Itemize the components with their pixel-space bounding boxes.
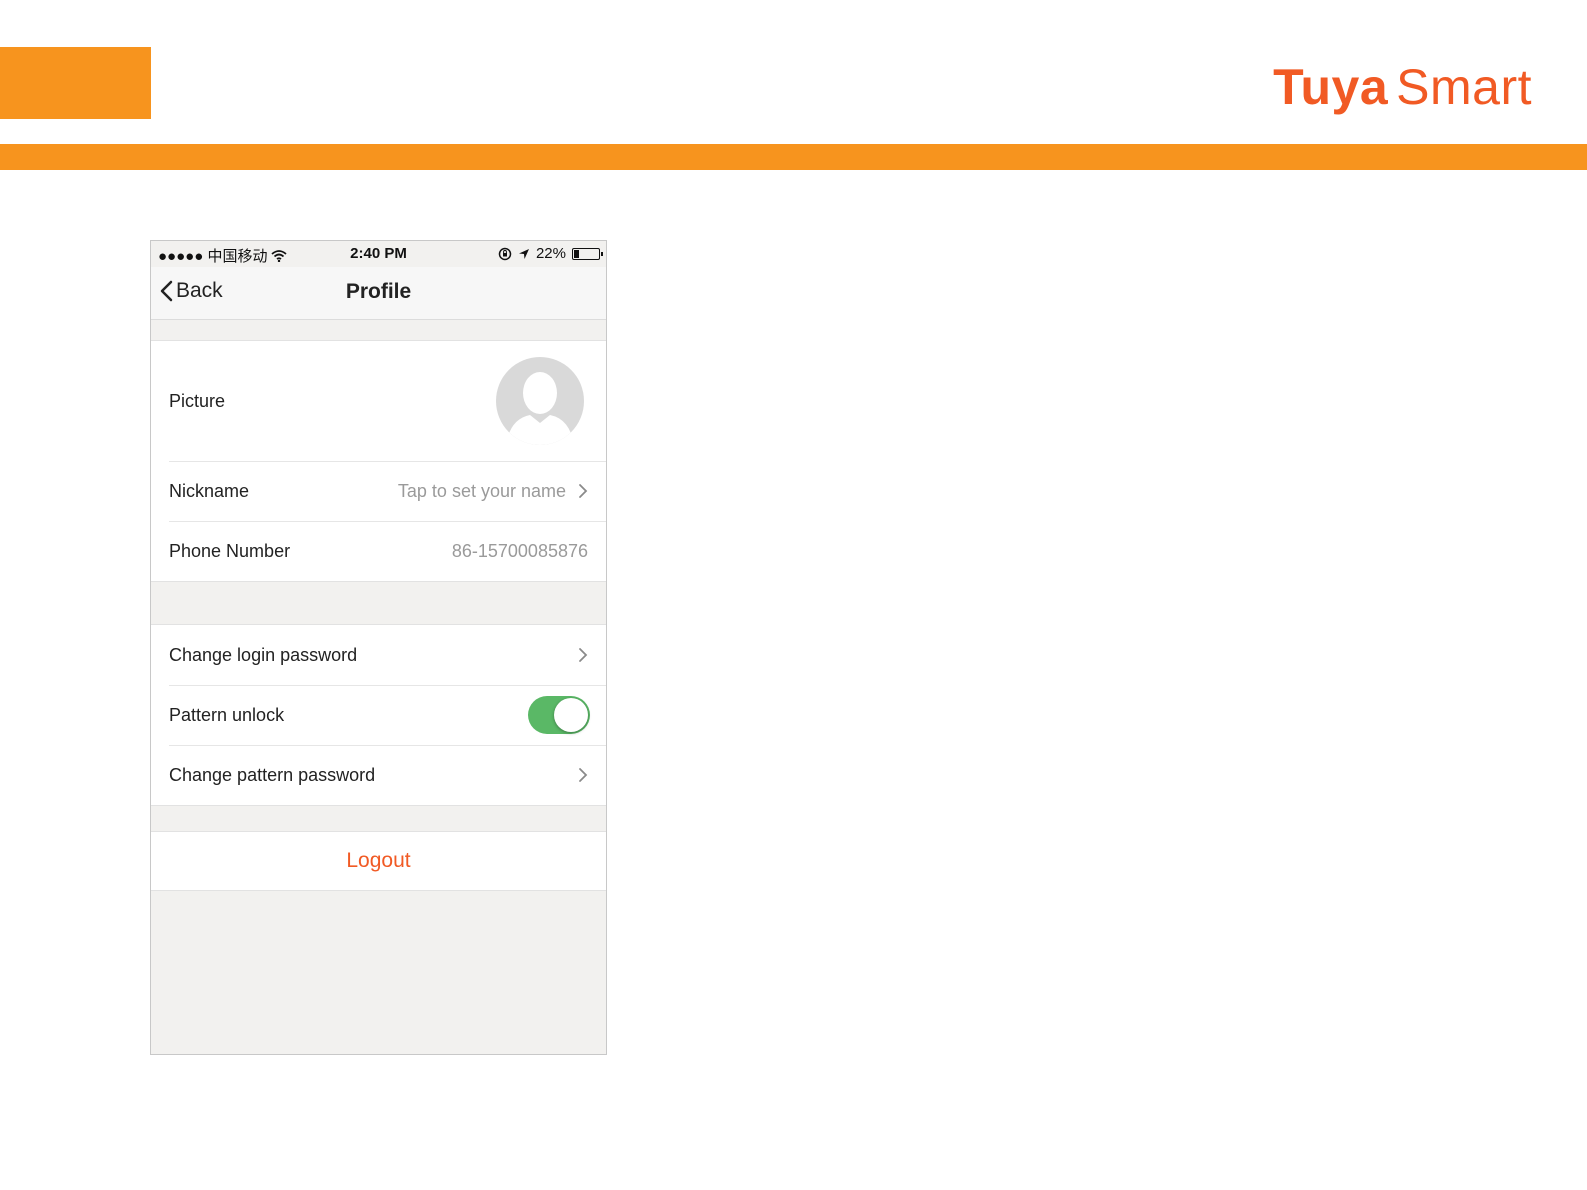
change-login-password-row[interactable]: Change login password bbox=[151, 625, 606, 685]
slide-accent-block bbox=[0, 47, 151, 119]
nickname-placeholder: Tap to set your name bbox=[397, 480, 566, 501]
security-group: Change login password Pattern unlock Cha… bbox=[151, 624, 606, 806]
location-icon bbox=[518, 248, 529, 259]
toggle-knob bbox=[554, 698, 588, 732]
status-bar: ●●●●● 中国移动 2:40 PM 22% bbox=[151, 241, 606, 267]
brand-logo-part2: Smart bbox=[1396, 59, 1532, 115]
brand-logo-part1: Tuya bbox=[1273, 59, 1389, 115]
pattern-unlock-toggle[interactable] bbox=[528, 696, 590, 734]
brand-logo: Tuya Smart bbox=[1273, 58, 1532, 116]
chevron-right-icon bbox=[578, 483, 588, 499]
avatar[interactable] bbox=[496, 357, 584, 445]
battery-icon bbox=[572, 247, 603, 260]
change-pattern-password-label: Change pattern password bbox=[169, 764, 376, 785]
battery-percent: 22% bbox=[535, 245, 566, 262]
slide-accent-bar bbox=[0, 144, 1587, 170]
pattern-unlock-row: Pattern unlock bbox=[151, 685, 606, 745]
phone-screen: ●●●●● 中国移动 2:40 PM 22% Back Profile Pict… bbox=[150, 240, 607, 1055]
logout-button[interactable]: Logout bbox=[151, 832, 606, 890]
change-login-password-label: Change login password bbox=[169, 644, 358, 665]
logout-group: Logout bbox=[151, 831, 606, 891]
status-right: 22% bbox=[498, 245, 603, 262]
page-title: Profile bbox=[345, 280, 412, 303]
navigation-bar: Back Profile bbox=[151, 267, 606, 320]
chevron-right-icon bbox=[578, 647, 588, 663]
orientation-lock-icon bbox=[498, 247, 512, 260]
phone-number-row: Phone Number 86-15700085876 bbox=[151, 521, 606, 581]
phone-number-label: Phone Number bbox=[169, 540, 291, 561]
nickname-row[interactable]: Nickname Tap to set your name bbox=[151, 461, 606, 521]
pattern-unlock-label: Pattern unlock bbox=[169, 704, 285, 725]
user-silhouette-icon bbox=[506, 372, 574, 445]
picture-label: Picture bbox=[169, 390, 226, 411]
chevron-right-icon bbox=[578, 767, 588, 783]
picture-row[interactable]: Picture bbox=[151, 341, 606, 461]
change-pattern-password-row[interactable]: Change pattern password bbox=[151, 745, 606, 805]
phone-number-value: 86-15700085876 bbox=[451, 540, 588, 561]
nickname-label: Nickname bbox=[169, 480, 250, 501]
profile-info-group: Picture Nickname Tap to set your name Ph… bbox=[151, 340, 606, 582]
